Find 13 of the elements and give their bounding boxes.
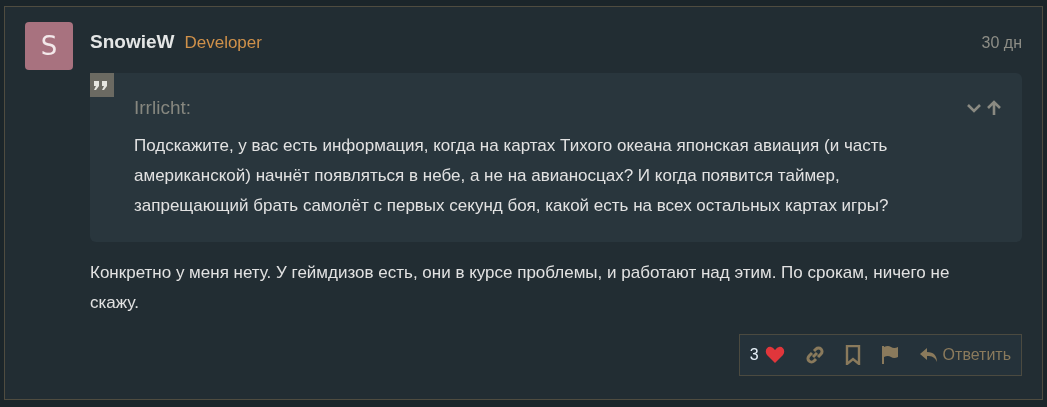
flag-icon[interactable]	[880, 345, 899, 365]
quote-icon	[90, 73, 114, 97]
user-role: Developer	[184, 33, 262, 53]
bookmark-icon[interactable]	[844, 345, 861, 365]
quote-author: Irrlicht:	[134, 97, 191, 119]
quote-text: Подскажите, у вас есть информация, когда на картах Тихого океана японская авиация (и часть американской) начнёт появляться в небе, а не на авианосцах? И когда появится таймер, запрещающий брать самолёт с первых секунд боя, какой есть на всех остальных картах игры?	[134, 135, 890, 217]
link-icon[interactable]	[804, 345, 825, 365]
arrow-up-icon[interactable]	[986, 100, 1002, 116]
like-button[interactable]: 3	[749, 346, 785, 364]
author-name[interactable]: SnowieW	[90, 31, 175, 53]
reply-icon	[918, 347, 939, 363]
post-time: 30 дн	[981, 34, 1022, 52]
post-text: Конкретно у меня нету. У геймдизов есть, они в курсе проблемы, и работают над этим. По срокам, ничего не скажу.	[90, 262, 951, 314]
